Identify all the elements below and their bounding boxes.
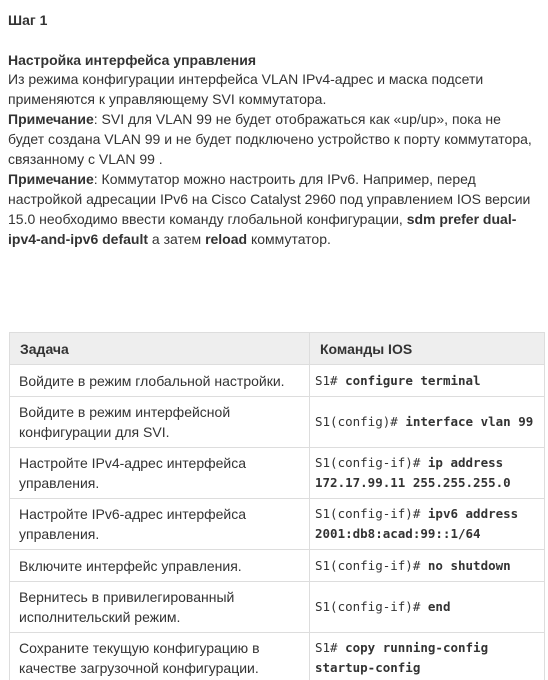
cli-prompt: S1(config-if)#	[315, 599, 421, 614]
cli-prompt: S1(config-if)#	[315, 506, 421, 521]
command-cell: S1(config-if)# ip address 172.17.99.11 2…	[309, 447, 545, 499]
note-label: Примечание	[8, 171, 94, 187]
column-header-ios-commands: Команды IOS	[309, 332, 545, 365]
cli-prompt: S1(config)#	[315, 414, 398, 429]
note-label: Примечание	[8, 111, 94, 127]
command-cell: S1(config-if)# no shutdown	[309, 549, 545, 582]
table-row: Настройте IPv6-адрес интерфейса управлен…	[9, 498, 545, 550]
task-cell: Настройте IPv6-адрес интерфейса управлен…	[9, 498, 310, 550]
cli-prompt: S1#	[315, 372, 338, 388]
table-row: Настройте IPv4-адрес интерфейса управлен…	[9, 447, 545, 499]
document-body: Шаг 1 Настройка интерфейса управления Из…	[8, 11, 540, 249]
cli-command: copy running-config startup-config	[315, 640, 489, 675]
section-title: Настройка интерфейса управления	[8, 52, 257, 68]
table-row: Вернитесь в привилегированный исполнител…	[9, 581, 545, 633]
cli-prompt: S1(config-if)#	[315, 557, 421, 573]
task-cell: Сохраните текущую конфигурацию в качеств…	[9, 632, 310, 680]
table-row: Войдите в режим интерфейсной конфигураци…	[9, 396, 545, 448]
command-cell: S1(config)# interface vlan 99	[309, 396, 545, 448]
table-row: Включите интерфейс управления. S1(config…	[9, 549, 545, 582]
table-header-row: Задача Команды IOS	[9, 332, 545, 365]
note-text: а затем	[148, 231, 206, 247]
intro-paragraph: Из режима конфигурации интерфейса VLAN I…	[8, 71, 484, 107]
cli-prompt: S1#	[315, 640, 338, 655]
column-header-task: Задача	[9, 332, 310, 365]
command-cell: S1# configure terminal	[309, 364, 545, 397]
task-cell: Включите интерфейс управления.	[9, 549, 310, 582]
step-title: Шаг 1	[8, 12, 48, 28]
cli-command: end	[427, 599, 451, 614]
task-cell: Войдите в режим интерфейсной конфигураци…	[9, 396, 310, 448]
note-text: коммутатор.	[247, 231, 331, 247]
cli-command: configure terminal	[345, 372, 481, 388]
table-row: Войдите в режим глобальной настройки. S1…	[9, 364, 545, 397]
command-cell: S1(config-if)# end	[309, 581, 545, 633]
task-cell: Вернитесь в привилегированный исполнител…	[9, 581, 310, 633]
task-cell: Настройте IPv4-адрес интерфейса управлен…	[9, 447, 310, 499]
cli-command: no shutdown	[427, 557, 511, 573]
note-paragraph-2: Примечание: Коммутатор можно настроить д…	[8, 169, 540, 249]
command-cell: S1(config-if)# ipv6 address 2001:db8:aca…	[309, 498, 545, 550]
command-cell: S1# copy running-config startup-config	[309, 632, 545, 680]
cli-prompt: S1(config-if)#	[315, 455, 421, 470]
table-row: Сохраните текущую конфигурацию в качеств…	[9, 632, 545, 680]
note-paragraph-1: Примечание: SVI для VLAN 99 не будет ото…	[8, 109, 540, 169]
task-cell: Войдите в режим глобальной настройки.	[9, 364, 310, 397]
commands-table: Задача Команды IOS Войдите в режим глоба…	[9, 332, 545, 680]
reload-command: reload	[205, 231, 248, 247]
cli-command: interface vlan 99	[405, 414, 534, 429]
